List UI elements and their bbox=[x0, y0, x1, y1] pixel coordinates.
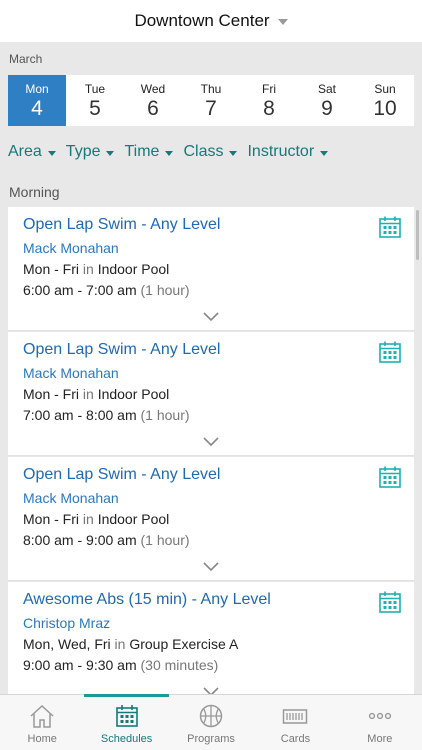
chevron-down-icon[interactable] bbox=[203, 687, 219, 694]
caret-down-icon bbox=[47, 150, 56, 156]
day-wed[interactable]: Wed 6 bbox=[124, 75, 182, 126]
caret-down-icon bbox=[106, 150, 115, 156]
class-card[interactable]: Open Lap Swim - Any Level Mack Monahan M… bbox=[8, 457, 414, 581]
filter-class[interactable]: Class bbox=[183, 143, 238, 161]
month-label: March bbox=[9, 52, 43, 66]
chevron-down-icon bbox=[277, 19, 288, 25]
tab-programs[interactable]: Programs bbox=[169, 695, 253, 750]
add-to-calendar-icon[interactable] bbox=[378, 215, 402, 239]
tab-schedules[interactable]: Schedules bbox=[84, 694, 170, 750]
caret-down-icon bbox=[165, 150, 174, 156]
class-location: Mon, Wed, Fri in Group Exercise A bbox=[23, 636, 239, 652]
class-card[interactable]: Open Lap Swim - Any Level Mack Monahan M… bbox=[8, 207, 414, 331]
class-time: 7:00 am - 8:00 am (1 hour) bbox=[23, 407, 190, 423]
add-to-calendar-icon[interactable] bbox=[378, 590, 402, 614]
day-mon[interactable]: Mon 4 bbox=[8, 75, 66, 126]
class-location: Mon - Fri in Indoor Pool bbox=[23, 511, 170, 527]
add-to-calendar-icon[interactable] bbox=[378, 465, 402, 489]
class-title[interactable]: Open Lap Swim - Any Level bbox=[23, 465, 399, 485]
filter-area[interactable]: Area bbox=[8, 143, 56, 161]
day-fri[interactable]: Fri 8 bbox=[240, 75, 298, 126]
class-list[interactable]: Open Lap Swim - Any Level Mack Monahan M… bbox=[8, 207, 414, 694]
basketball-icon bbox=[199, 704, 223, 728]
card-icon bbox=[283, 709, 308, 724]
filter-bar: Area Type Time Class Instructor bbox=[8, 143, 329, 161]
scrollbar[interactable] bbox=[416, 210, 419, 260]
home-icon bbox=[30, 704, 54, 728]
location-selector[interactable]: Downtown Center bbox=[0, 0, 422, 42]
class-card[interactable]: Awesome Abs (15 min) - Any Level Christo… bbox=[8, 582, 414, 694]
chevron-down-icon[interactable] bbox=[203, 562, 219, 572]
add-to-calendar-icon[interactable] bbox=[378, 340, 402, 364]
day-sun[interactable]: Sun 10 bbox=[356, 75, 414, 126]
instructor-link[interactable]: Christop Mraz bbox=[23, 614, 399, 632]
caret-down-icon bbox=[229, 150, 238, 156]
class-time: 8:00 am - 9:00 am (1 hour) bbox=[23, 532, 190, 548]
instructor-link[interactable]: Mack Monahan bbox=[23, 489, 399, 507]
instructor-link[interactable]: Mack Monahan bbox=[23, 239, 399, 257]
chevron-down-icon[interactable] bbox=[203, 312, 219, 322]
class-title[interactable]: Awesome Abs (15 min) - Any Level bbox=[23, 590, 399, 610]
tab-home[interactable]: Home bbox=[0, 695, 84, 750]
tab-bar: Home Schedules Programs Cards More bbox=[0, 694, 422, 750]
day-thu[interactable]: Thu 7 bbox=[182, 75, 240, 126]
location-title: Downtown Center bbox=[134, 11, 270, 30]
calendar-icon bbox=[115, 705, 138, 727]
class-card[interactable]: Open Lap Swim - Any Level Mack Monahan M… bbox=[8, 332, 414, 456]
day-tue[interactable]: Tue 5 bbox=[66, 75, 124, 126]
class-title[interactable]: Open Lap Swim - Any Level bbox=[23, 215, 399, 235]
week-day-picker: Mon 4 Tue 5 Wed 6 Thu 7 Fri 8 Sat 9 Sun 10 bbox=[8, 75, 414, 126]
section-header-morning: Morning bbox=[9, 184, 60, 200]
class-location: Mon - Fri in Indoor Pool bbox=[23, 261, 170, 277]
filter-time[interactable]: Time bbox=[124, 143, 174, 161]
class-time: 9:00 am - 9:30 am (30 minutes) bbox=[23, 657, 219, 673]
filter-type[interactable]: Type bbox=[66, 143, 115, 161]
tab-cards[interactable]: Cards bbox=[253, 695, 337, 750]
class-location: Mon - Fri in Indoor Pool bbox=[23, 386, 170, 402]
chevron-down-icon[interactable] bbox=[203, 437, 219, 447]
more-icon bbox=[368, 712, 391, 720]
instructor-link[interactable]: Mack Monahan bbox=[23, 364, 399, 382]
filter-instructor[interactable]: Instructor bbox=[247, 143, 329, 161]
day-sat[interactable]: Sat 9 bbox=[298, 75, 356, 126]
class-title[interactable]: Open Lap Swim - Any Level bbox=[23, 340, 399, 360]
tab-more[interactable]: More bbox=[338, 695, 422, 750]
caret-down-icon bbox=[320, 150, 329, 156]
class-time: 6:00 am - 7:00 am (1 hour) bbox=[23, 282, 190, 298]
